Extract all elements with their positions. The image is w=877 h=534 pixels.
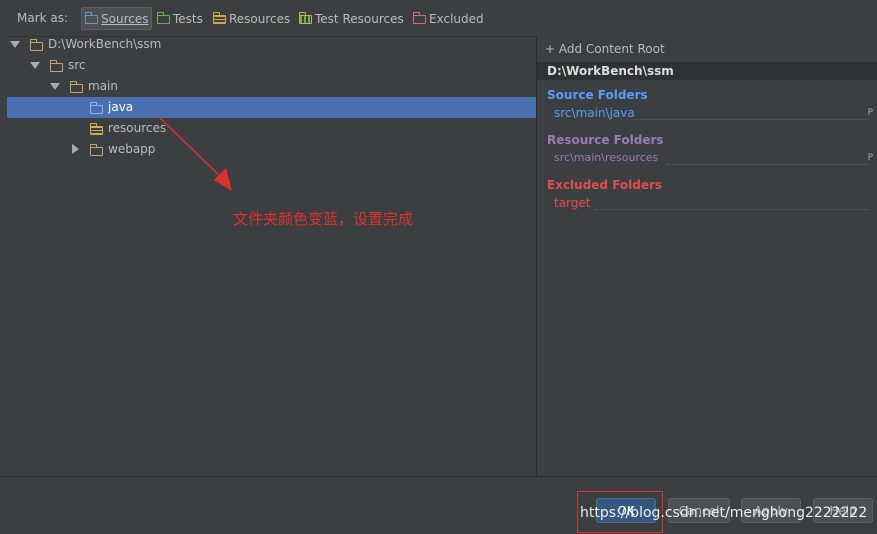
- watermark-text: https://blog.csdn.net/menghong2222222: [580, 505, 868, 521]
- annotation-text: 文件夹颜色变蓝，设置完成: [233, 210, 414, 228]
- annotation-arrow: [157, 115, 232, 191]
